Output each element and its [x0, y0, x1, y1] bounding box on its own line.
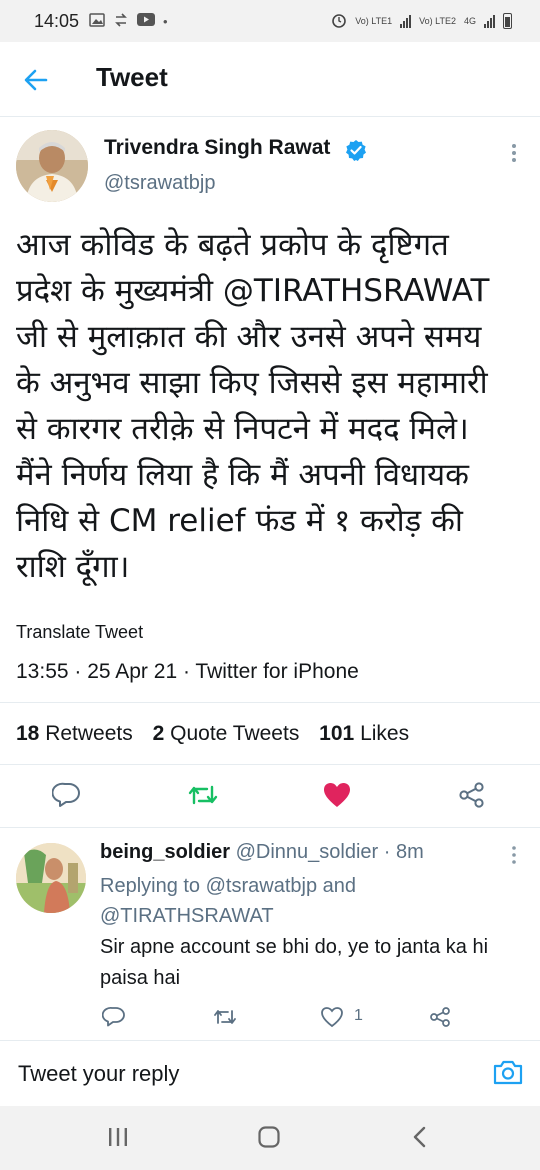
retweets-count: 18 — [16, 722, 40, 745]
tweet-text-line: प्रदेश के मुख्यमंत्री @TIRATHSRAWAT — [16, 273, 490, 309]
share-button[interactable] — [457, 781, 487, 814]
network-label: 4G — [463, 16, 476, 26]
reply-time: · 8m — [383, 841, 424, 863]
reply-text: Sir apne account se bhi do, ye to janta … — [100, 936, 489, 989]
reply-header: being_soldier @Dinnu_soldier · 8m — [100, 841, 424, 864]
heart-icon — [321, 1007, 343, 1028]
dot-indicator-icon: • — [163, 13, 168, 29]
reply-author-name[interactable]: being_soldier — [100, 841, 230, 863]
tweet-text: आज कोविड के बढ़ते प्रकोप के दृष्टिगत प्र… — [16, 222, 526, 590]
retweet-button[interactable] — [187, 781, 219, 814]
status-right: Vo) LTE1 Vo) LTE2 4G — [331, 12, 512, 30]
tweet-text-line: मैंने निर्णय लिया है कि मैं अपनी विधायक — [16, 457, 469, 493]
heart-icon — [324, 783, 350, 807]
divider — [0, 827, 540, 828]
author-avatar[interactable] — [16, 130, 88, 202]
share-icon — [459, 782, 484, 808]
replying-prefix: Replying to — [100, 875, 201, 897]
tweet-text-line: से कारगर तरीक़े से निपटने में मदद मिले। — [16, 411, 469, 447]
like-button[interactable] — [322, 781, 352, 814]
data-transfer-notification-icon — [113, 12, 129, 30]
tweet-stats: 18 Retweets 2 Quote Tweets 101 Likes — [16, 722, 423, 746]
tweet-more-button[interactable] — [504, 141, 524, 165]
reply-reply-button[interactable] — [101, 1006, 126, 1033]
status-bar: 14:05 • Vo) LTE1 Vo) LTE2 4G — [0, 0, 540, 42]
tweet-text-line: निधि से CM relief फंड में १ करोड़ की — [16, 503, 463, 539]
replying-mention-link[interactable]: @tsrawatbjp — [206, 875, 317, 897]
camera-button[interactable] — [492, 1057, 524, 1087]
gallery-notification-icon — [89, 12, 105, 30]
more-vertical-icon — [512, 846, 516, 864]
comment-icon — [101, 1007, 125, 1027]
app-header: Tweet — [0, 42, 540, 117]
battery-icon — [503, 13, 512, 29]
author-name[interactable]: Trivendra Singh Rawat — [104, 136, 330, 160]
verified-badge-icon — [345, 139, 367, 166]
retweet-icon — [188, 785, 218, 805]
back-button[interactable] — [22, 66, 50, 94]
chevron-left-icon — [413, 1126, 426, 1148]
recent-apps-button[interactable] — [106, 1126, 130, 1153]
replying-to: Replying to @tsrawatbjp and @TIRATHSRAWA… — [100, 871, 520, 931]
divider — [0, 702, 540, 703]
signal-bars-1-icon — [400, 14, 412, 28]
recent-apps-icon — [109, 1128, 127, 1146]
share-icon — [430, 1007, 450, 1027]
likes-stat[interactable]: 101 Likes — [319, 722, 409, 745]
sim2-label: Vo) LTE2 — [419, 16, 456, 26]
reply-button[interactable] — [51, 781, 82, 814]
quote-tweets-stat[interactable]: 2 Quote Tweets — [153, 722, 300, 745]
reply-composer-bar: Tweet your reply — [0, 1040, 540, 1107]
reply-share-button[interactable] — [428, 1006, 452, 1033]
reply-avatar[interactable] — [16, 843, 86, 913]
replying-and: and — [322, 875, 357, 897]
translate-tweet-link[interactable]: Translate Tweet — [16, 622, 143, 643]
replying-mention-link[interactable]: @TIRATHSRAWAT — [100, 905, 274, 927]
home-icon — [258, 1126, 280, 1148]
android-nav-bar — [0, 1106, 540, 1170]
camera-icon — [493, 1060, 523, 1085]
divider — [0, 764, 540, 765]
tweet-text-line: राशि दूँगा। — [16, 549, 130, 585]
sim1-label: Vo) LTE1 — [355, 16, 393, 26]
tweet-text-line: जी से मुलाक़ात की और उनसे अपने समय — [16, 319, 482, 355]
likes-label: Likes — [360, 722, 410, 745]
home-button[interactable] — [257, 1125, 281, 1154]
signal-bars-2-icon — [484, 14, 495, 28]
youtube-notification-icon — [137, 13, 156, 29]
quote-count: 2 — [152, 722, 165, 745]
comment-icon — [51, 782, 80, 807]
quote-label: Quote Tweets — [170, 722, 300, 745]
reply-author-handle[interactable]: @Dinnu_soldier — [236, 841, 379, 863]
page-title: Tweet — [96, 62, 168, 92]
reply-input[interactable]: Tweet your reply — [18, 1061, 179, 1087]
alarm-icon — [331, 12, 347, 30]
tweet-meta: 13:55 · 25 Apr 21 · Twitter for iPhone — [16, 660, 359, 683]
status-time: 14:05 — [34, 10, 80, 31]
arrow-left-icon — [24, 69, 48, 91]
likes-count: 101 — [319, 722, 355, 745]
more-vertical-icon — [512, 144, 516, 162]
retweets-label: Retweets — [45, 722, 133, 745]
tweet-text-line: के अनुभव साझा किए जिससे इस महामारी — [16, 365, 488, 401]
retweet-icon — [214, 1010, 236, 1024]
reply-like-count: 1 — [354, 1007, 363, 1024]
author-handle[interactable]: @tsrawatbjp — [104, 172, 215, 195]
reply-like-button[interactable] — [320, 1006, 344, 1033]
reply-retweet-button[interactable] — [212, 1006, 238, 1033]
reply-more-button[interactable] — [504, 844, 524, 866]
tweet-text-line: आज कोविड के बढ़ते प्रकोप के दृष्टिगत — [16, 227, 449, 263]
back-nav-button[interactable] — [410, 1125, 430, 1154]
retweets-stat[interactable]: 18 Retweets — [16, 722, 133, 745]
